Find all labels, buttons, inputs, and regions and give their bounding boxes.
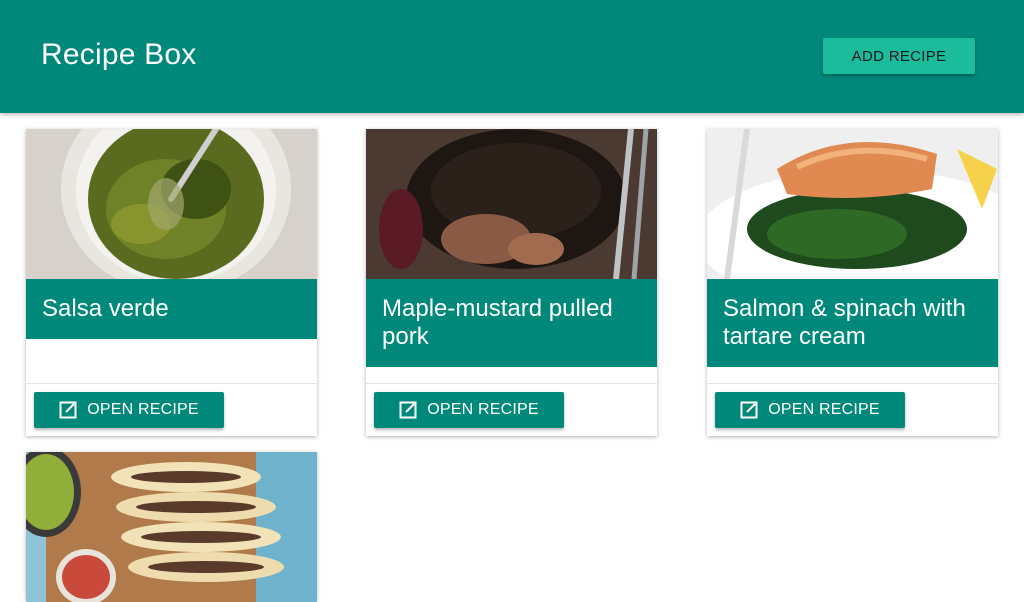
card-actions: OPEN RECIPE bbox=[26, 383, 317, 436]
recipe-title: Salmon & spinach with tartare cream bbox=[707, 279, 998, 367]
open-recipe-button[interactable]: OPEN RECIPE bbox=[34, 392, 224, 428]
recipe-image[interactable] bbox=[366, 129, 657, 279]
recipe-card: Maple-mustard pulled pork OPEN RECIPE bbox=[366, 129, 657, 436]
card-actions: OPEN RECIPE bbox=[707, 383, 998, 436]
app-bar: Recipe Box ADD RECIPE bbox=[0, 0, 1024, 113]
open-recipe-label: OPEN RECIPE bbox=[768, 401, 880, 418]
recipe-card: Salsa verde OPEN RECIPE bbox=[26, 129, 317, 436]
open-in-new-icon bbox=[59, 401, 77, 419]
recipe-image[interactable] bbox=[26, 452, 317, 602]
app-title: Recipe Box bbox=[41, 38, 197, 71]
recipe-card: Salmon & spinach with tartare cream OPEN… bbox=[707, 129, 998, 436]
card-actions: OPEN RECIPE bbox=[366, 383, 657, 436]
recipe-image[interactable] bbox=[26, 129, 317, 279]
recipe-card bbox=[26, 452, 317, 602]
open-recipe-label: OPEN RECIPE bbox=[427, 401, 539, 418]
open-recipe-button[interactable]: OPEN RECIPE bbox=[374, 392, 564, 428]
add-recipe-button[interactable]: ADD RECIPE bbox=[823, 38, 975, 74]
recipe-title: Maple-mustard pulled pork bbox=[366, 279, 657, 367]
recipe-title: Salsa verde bbox=[26, 279, 317, 339]
open-recipe-label: OPEN RECIPE bbox=[87, 401, 199, 418]
recipe-image[interactable] bbox=[707, 129, 998, 279]
open-in-new-icon bbox=[740, 401, 758, 419]
open-in-new-icon bbox=[399, 401, 417, 419]
open-recipe-button[interactable]: OPEN RECIPE bbox=[715, 392, 905, 428]
